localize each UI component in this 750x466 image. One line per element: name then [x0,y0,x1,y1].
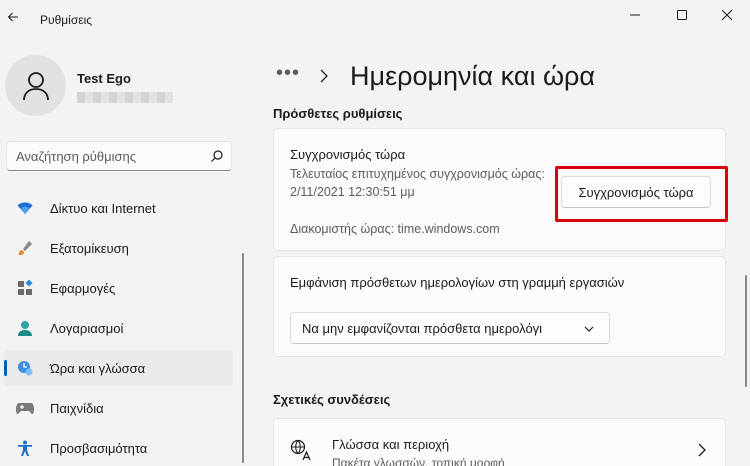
minimize-icon [630,14,640,16]
user-email-redacted [77,92,173,103]
app-title: Ρυθμίσεις [40,13,93,27]
sidebar-item-accessibility[interactable]: Προσβασιμότητα [4,430,233,466]
language-icon [290,439,311,461]
language-region-link[interactable]: Γλώσσα και περιοχή Πακέτα γλωσσών, τοπικ… [273,418,726,466]
maximize-icon [677,10,687,20]
accessibility-icon [16,439,34,457]
back-button[interactable] [2,6,24,28]
close-icon [722,10,732,20]
user-name: Test Ego [77,71,131,86]
chevron-right-icon [320,69,334,83]
sidebar-item-accounts[interactable]: Λογαριασμοί [4,310,233,346]
chevron-down-icon [584,326,594,332]
sidebar-item-label: Λογαριασμοί [50,320,124,336]
sidebar-item-label: Εξατομίκευση [50,240,129,256]
title-bar: Ρυθμίσεις [0,0,750,32]
active-indicator [4,360,7,376]
link-title: Γλώσσα και περιοχή [332,437,450,452]
sync-now-button[interactable]: Συγχρονισμός τώρα [561,176,711,208]
section-heading-related: Σχετικές συνδέσεις [273,392,391,407]
breadcrumb: ••• Ημερομηνία και ώρα [276,58,595,94]
calendars-selected-value: Να μην εμφανίζονται πρόσθετα ημερολόγι [302,321,543,336]
main-scrollbar[interactable] [745,275,747,387]
sidebar-item-personalization[interactable]: Εξατομίκευση [4,230,233,266]
link-subtitle: Πακέτα γλωσσών, τοπική μορφή [332,456,505,466]
sidebar-item-label: Ώρα και γλώσσα [50,360,146,376]
section-heading-additional: Πρόσθετες ρυθμίσεις [273,106,403,121]
chevron-right-icon [698,443,706,457]
sidebar-scrollbar[interactable] [242,253,244,463]
search-box[interactable] [6,141,232,171]
wifi-icon [16,199,34,217]
minimize-button[interactable] [612,0,658,30]
brush-icon [16,239,34,257]
sync-title: Συγχρονισμός τώρα [290,147,406,162]
additional-calendars-card: Εμφάνιση πρόσθετων ημερολογίων στη γραμμ… [273,256,726,357]
breadcrumb-more-button[interactable]: ••• [276,62,300,85]
apps-icon [16,279,34,297]
page-title: Ημερομηνία και ώρα [350,60,595,91]
person-icon [16,319,34,337]
avatar[interactable] [5,55,66,116]
sidebar-nav: Δίκτυο και Internet Εξατομίκευση Εφαρμογ… [4,190,233,466]
calendars-dropdown[interactable]: Να μην εμφανίζονται πρόσθετα ημερολόγι [290,312,610,344]
search-icon[interactable] [210,149,224,163]
sidebar-item-time-language[interactable]: Ώρα και γλώσσα [4,350,233,386]
gamepad-icon [16,399,34,417]
user-icon [22,71,49,100]
sync-card: Συγχρονισμός τώρα Τελευταίος επιτυχημένο… [273,128,728,251]
sidebar-item-apps[interactable]: Εφαρμογές [4,270,233,306]
back-arrow-icon [7,12,18,22]
clock-globe-icon [16,359,34,377]
maximize-button[interactable] [659,0,705,30]
sidebar-item-label: Παιχνίδια [50,400,104,416]
sidebar-item-network[interactable]: Δίκτυο και Internet [4,190,233,226]
sidebar-item-label: Εφαρμογές [50,280,116,296]
sync-last-success: Τελευταίος επιτυχημένος συγχρονισμός ώρα… [290,167,545,199]
close-button[interactable] [704,0,750,30]
sidebar-item-label: Προσβασιμότητα [50,440,148,456]
search-input[interactable] [7,142,203,170]
sidebar-item-gaming[interactable]: Παιχνίδια [4,390,233,426]
time-server: Διακομιστής ώρας: time.windows.com [290,222,500,236]
sidebar-item-label: Δίκτυο και Internet [50,200,156,216]
calendars-label: Εμφάνιση πρόσθετων ημερολογίων στη γραμμ… [290,275,625,290]
